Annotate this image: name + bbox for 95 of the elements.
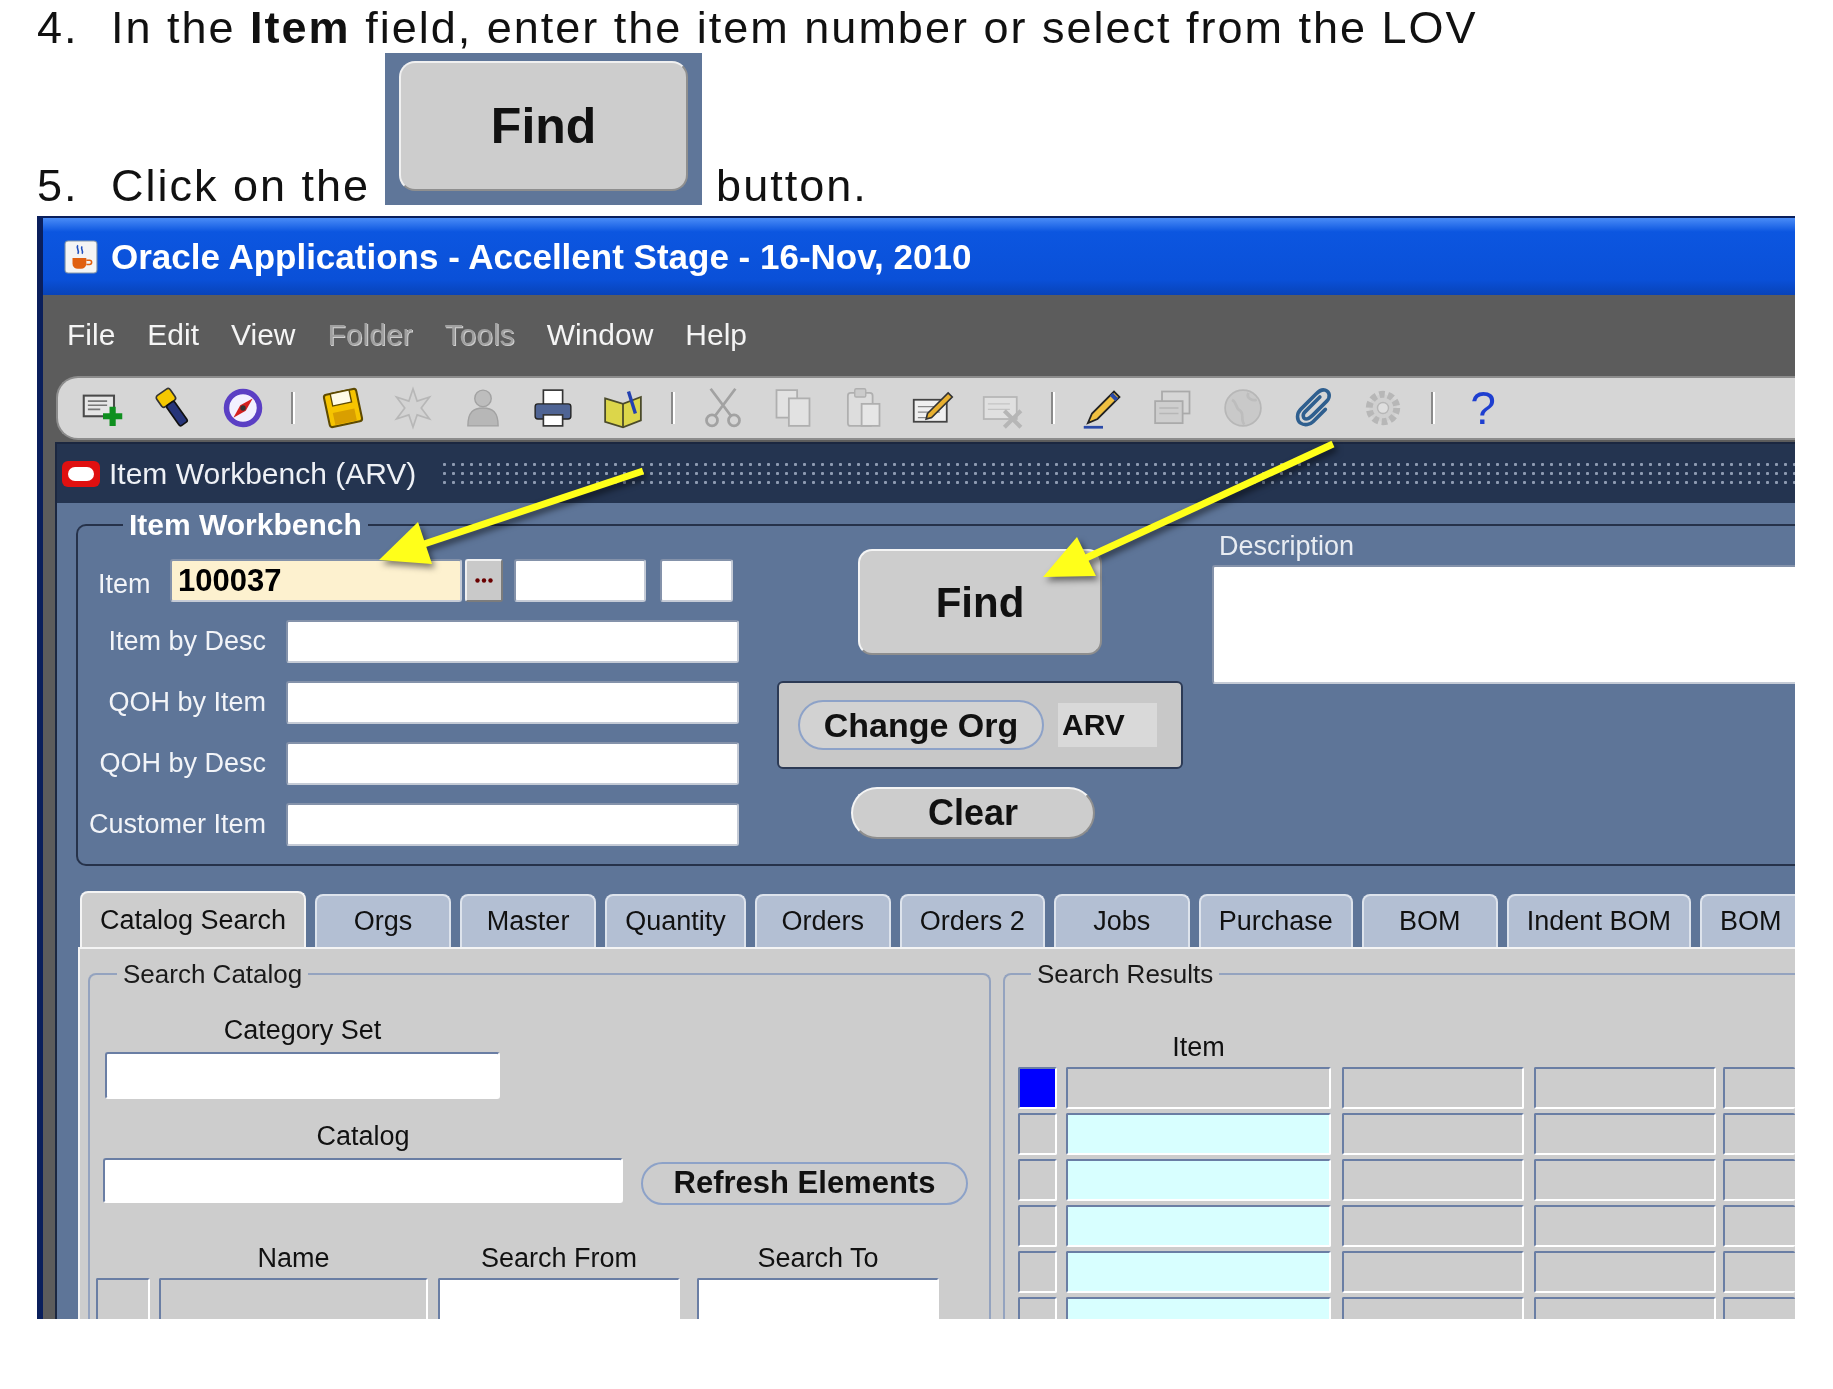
step-number: 4. bbox=[37, 6, 80, 50]
field-label: QOH by Item bbox=[108, 689, 266, 716]
column-header: Name bbox=[256, 1245, 331, 1272]
record-indicator[interactable] bbox=[96, 1278, 150, 1319]
ring-icon bbox=[61, 459, 101, 488]
coffee-cup-icon bbox=[64, 239, 98, 274]
column-header: Search From bbox=[479, 1245, 638, 1272]
group-label: Search Catalog bbox=[122, 961, 304, 987]
menu-item[interactable]: Help bbox=[669, 319, 764, 350]
result-field[interactable] bbox=[1723, 1067, 1795, 1109]
find-button[interactable]: Find bbox=[399, 61, 689, 191]
group-label: Item Workbench bbox=[128, 510, 363, 540]
menu-item[interactable]: File bbox=[51, 319, 132, 350]
result-field[interactable] bbox=[1342, 1205, 1524, 1247]
form-title: Item Workbench (ARV) bbox=[109, 458, 417, 489]
input-field[interactable] bbox=[1212, 565, 1795, 684]
result-field[interactable] bbox=[1534, 1205, 1716, 1247]
result-field[interactable] bbox=[1723, 1159, 1795, 1201]
result-field[interactable] bbox=[1342, 1251, 1524, 1293]
record-indicator[interactable] bbox=[1018, 1297, 1057, 1319]
tab[interactable]: Indent BOM bbox=[1506, 894, 1691, 947]
input-field[interactable] bbox=[286, 742, 739, 785]
tab[interactable]: Orgs bbox=[315, 894, 452, 947]
lov-button[interactable] bbox=[465, 559, 503, 602]
result-field[interactable] bbox=[1066, 1113, 1331, 1155]
menu-item[interactable]: View bbox=[215, 319, 312, 350]
field-label: Customer Item bbox=[88, 811, 266, 838]
result-field[interactable] bbox=[1723, 1205, 1795, 1247]
record-indicator[interactable] bbox=[1018, 1205, 1057, 1247]
column-header: Item bbox=[1171, 1034, 1226, 1061]
result-field[interactable] bbox=[1534, 1067, 1716, 1109]
tab[interactable]: BOM bbox=[1699, 894, 1795, 947]
result-field[interactable] bbox=[1723, 1251, 1795, 1293]
tab[interactable]: Jobs bbox=[1053, 894, 1190, 947]
record-indicator[interactable] bbox=[1018, 1159, 1057, 1201]
column-header: Search To bbox=[756, 1245, 880, 1272]
tab[interactable]: Orders bbox=[754, 894, 891, 947]
record-indicator[interactable] bbox=[1018, 1251, 1057, 1293]
input-field[interactable] bbox=[660, 559, 733, 602]
menu-item[interactable]: Edit bbox=[131, 319, 216, 350]
tab[interactable]: BOM bbox=[1361, 894, 1498, 947]
tab[interactable]: Catalog Search bbox=[80, 891, 307, 947]
tab[interactable]: Quantity bbox=[605, 894, 746, 947]
input-field[interactable] bbox=[105, 1052, 500, 1099]
result-field[interactable] bbox=[1534, 1159, 1716, 1201]
input-field[interactable] bbox=[697, 1278, 939, 1319]
result-field[interactable] bbox=[1066, 1205, 1331, 1247]
ellipsis-icon bbox=[475, 578, 493, 583]
compass-icon[interactable] bbox=[221, 386, 265, 430]
instruction-text: In the Item field, enter the item number or select from the LOV bbox=[111, 6, 1478, 50]
tab[interactable]: Master bbox=[460, 894, 597, 947]
result-field[interactable] bbox=[1723, 1297, 1795, 1319]
result-field[interactable] bbox=[1342, 1159, 1524, 1201]
step-number: 5. bbox=[37, 164, 80, 208]
input-field[interactable] bbox=[286, 681, 739, 724]
result-field[interactable] bbox=[1723, 1113, 1795, 1155]
field-label: QOH by Desc bbox=[99, 750, 266, 777]
input-field[interactable] bbox=[103, 1158, 623, 1203]
result-field[interactable] bbox=[1342, 1297, 1524, 1319]
refresh-button[interactable]: Refresh Elements bbox=[641, 1162, 968, 1205]
input-field[interactable] bbox=[438, 1278, 680, 1319]
record-indicator[interactable] bbox=[1018, 1113, 1057, 1155]
result-field[interactable] bbox=[1066, 1159, 1331, 1201]
window-title: Oracle Applications - Accellent Stage - 16-Nov, 2010 bbox=[111, 239, 972, 274]
result-field[interactable] bbox=[1342, 1067, 1524, 1109]
result-field[interactable] bbox=[1534, 1251, 1716, 1293]
group-label: Search Results bbox=[1036, 961, 1215, 987]
tab[interactable]: Orders 2 bbox=[899, 894, 1045, 947]
input-field[interactable] bbox=[286, 803, 739, 846]
input-field[interactable] bbox=[159, 1278, 428, 1319]
field-label: Item by Desc bbox=[108, 628, 266, 655]
input-field[interactable]: 100037 bbox=[170, 559, 462, 602]
help-button[interactable]: ? bbox=[1461, 385, 1505, 431]
find-button[interactable]: Find bbox=[858, 549, 1102, 655]
menu-item[interactable]: Window bbox=[530, 319, 670, 350]
change-org-button[interactable]: Change Org bbox=[798, 700, 1044, 750]
result-field[interactable] bbox=[1066, 1251, 1331, 1293]
clear-button[interactable]: Clear bbox=[851, 787, 1095, 839]
field-label: Catalog bbox=[316, 1123, 410, 1150]
input-field[interactable] bbox=[514, 559, 646, 602]
printer-icon[interactable] bbox=[531, 386, 575, 430]
input-field[interactable] bbox=[286, 620, 739, 663]
tab[interactable]: Purchase bbox=[1198, 894, 1353, 947]
field-label: Description bbox=[1218, 533, 1356, 560]
instruction-text: Click on the bbox=[111, 164, 371, 208]
result-field[interactable] bbox=[1066, 1297, 1331, 1319]
result-field[interactable] bbox=[1534, 1113, 1716, 1155]
result-field[interactable] bbox=[1342, 1113, 1524, 1155]
result-field[interactable] bbox=[1066, 1067, 1331, 1109]
result-field[interactable] bbox=[1534, 1297, 1716, 1319]
org-code-field: ARV bbox=[1058, 703, 1157, 747]
instruction-text: button. bbox=[716, 164, 868, 208]
record-indicator[interactable] bbox=[1018, 1067, 1057, 1109]
field-label: Category Set bbox=[223, 1017, 382, 1044]
field-label: Item bbox=[98, 568, 152, 598]
